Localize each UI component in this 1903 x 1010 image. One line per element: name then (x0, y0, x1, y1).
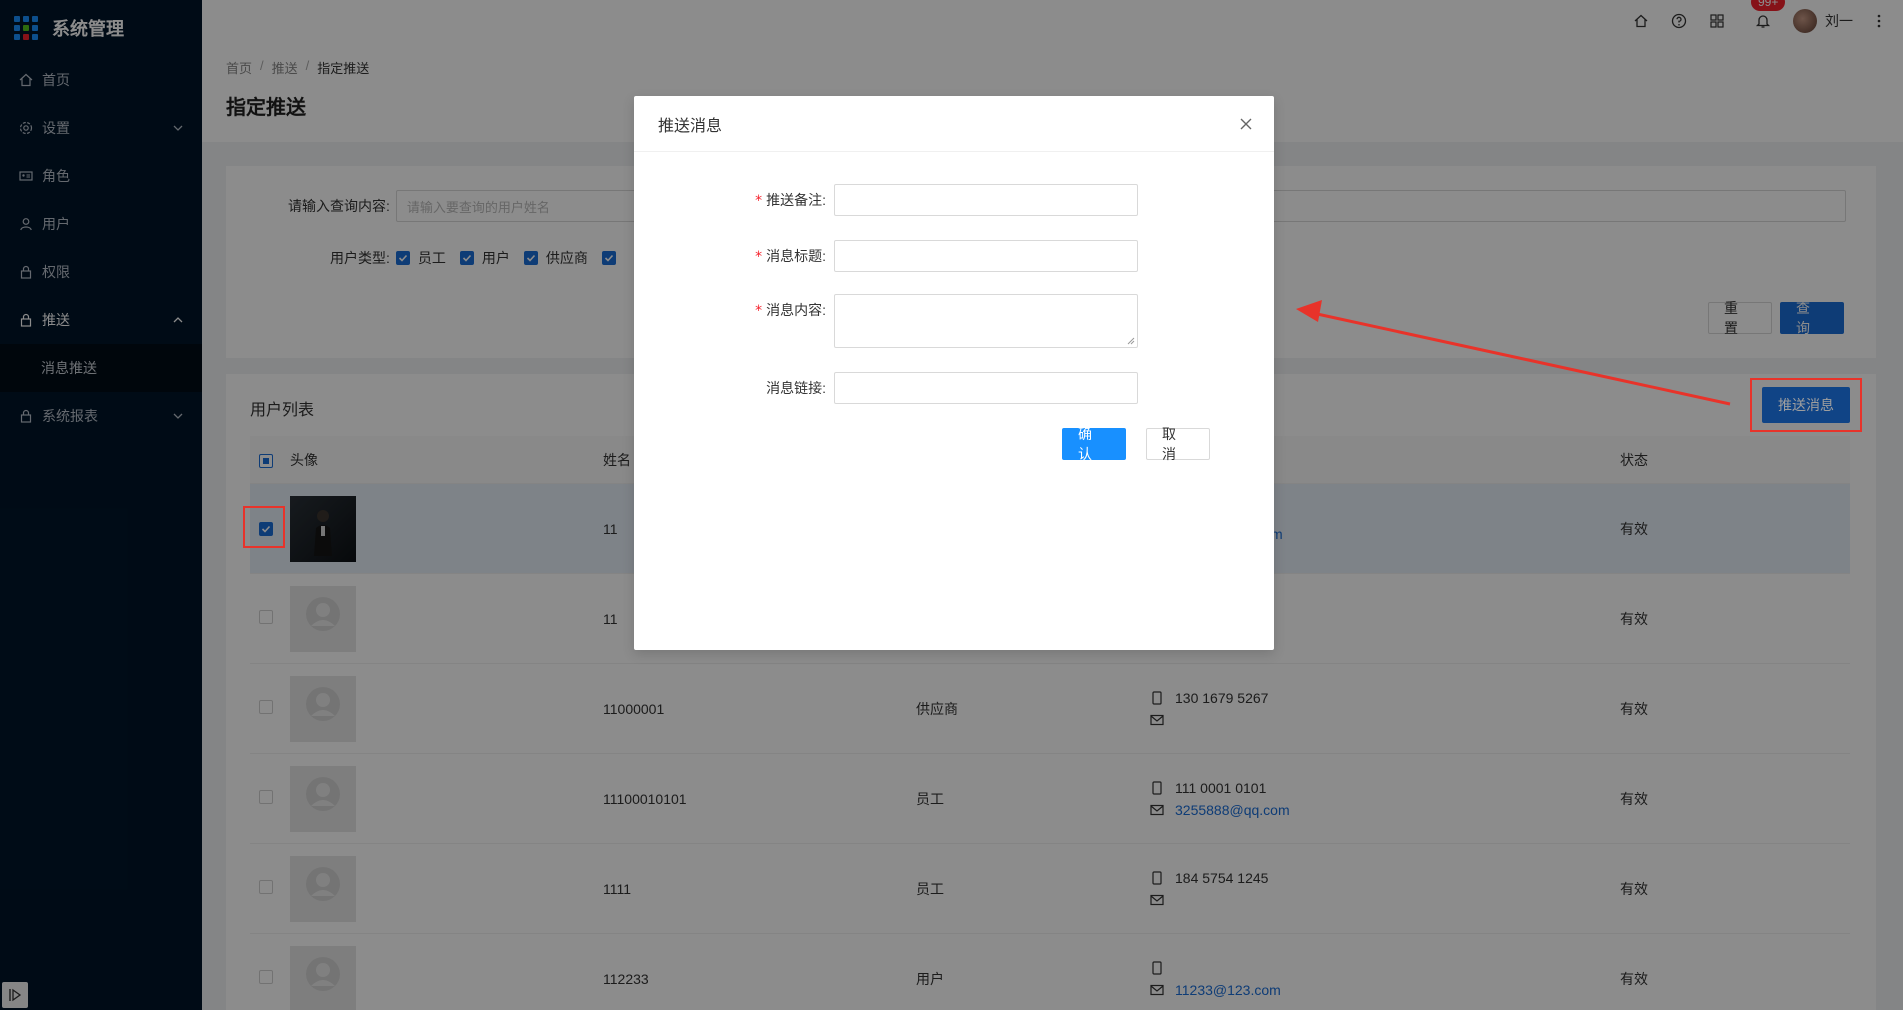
modal-title: 推送消息 (658, 117, 723, 135)
content-label: 消息内容: (766, 302, 826, 318)
required-mark: * (755, 193, 763, 209)
form-row-remark: * 推送备注: (634, 184, 1138, 217)
form-label: * 消息内容: (634, 294, 834, 327)
form-label: * 推送备注: (634, 184, 834, 217)
cancel-button[interactable]: 取 消 (1146, 426, 1210, 462)
annotation-box-push-button (1750, 378, 1862, 432)
form-row-title: * 消息标题: (634, 240, 1138, 273)
modal-header: 推送消息 (634, 96, 1274, 152)
close-icon[interactable] (1238, 116, 1254, 132)
link-label: 消息链接: (766, 380, 826, 396)
form-label: * 消息标题: (634, 240, 834, 273)
message-title-field[interactable] (834, 240, 1138, 272)
push-message-modal: 推送消息 * 推送备注: * 消息标题: * 消息内容: 消息链接: 确 认 取 消 (634, 96, 1274, 650)
confirm-button[interactable]: 确 认 (1062, 426, 1126, 462)
form-row-content: * 消息内容: (634, 294, 1138, 348)
required-mark: * (755, 303, 763, 319)
message-content-textarea[interactable] (834, 294, 1138, 348)
title-label: 消息标题: (766, 248, 826, 264)
modal-actions: 确 认 取 消 (1062, 426, 1210, 462)
remark-label: 推送备注: (766, 192, 826, 208)
form-label: 消息链接: (634, 372, 834, 404)
remark-field[interactable] (834, 184, 1138, 216)
form-row-link: 消息链接: (634, 372, 1138, 404)
annotation-box-row-checkbox (243, 506, 285, 548)
required-mark: * (755, 249, 763, 265)
resize-grip-icon[interactable] (1127, 337, 1135, 345)
message-link-field[interactable] (834, 372, 1138, 404)
